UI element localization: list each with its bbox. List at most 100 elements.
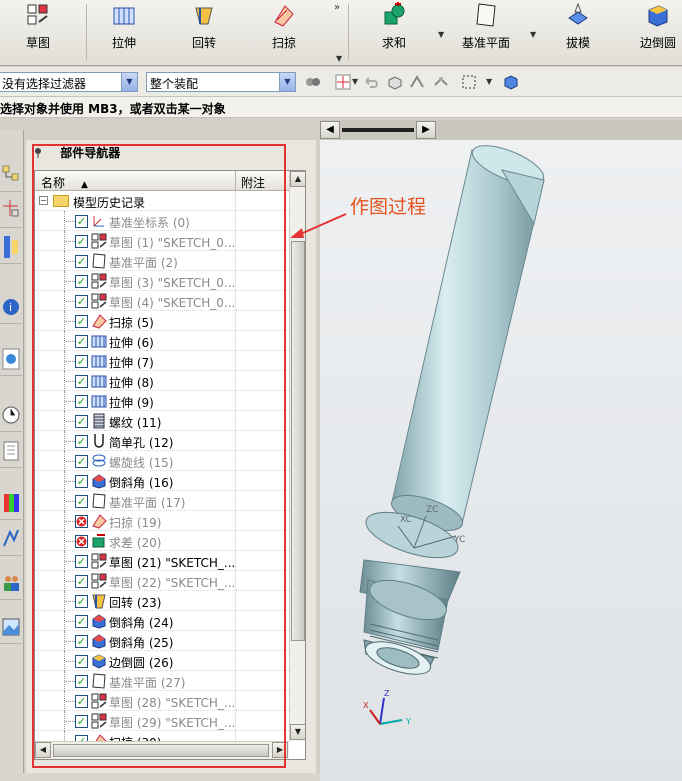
checkbox-checked-icon[interactable]: ✓ <box>75 255 88 268</box>
unite-button[interactable]: 求和 <box>362 2 426 62</box>
draft-button[interactable]: 拔模 <box>546 2 610 62</box>
checkbox-checked-icon[interactable]: ✓ <box>75 475 88 488</box>
checkbox-checked-icon[interactable]: ✓ <box>75 355 88 368</box>
checkbox-checked-icon[interactable]: ✓ <box>75 435 88 448</box>
checkbox-checked-icon[interactable]: ✓ <box>75 575 88 588</box>
checkbox-checked-icon[interactable]: ✓ <box>75 595 88 608</box>
toolbar-overflow-button[interactable]: » <box>334 2 340 13</box>
checkbox-checked-icon[interactable]: ✓ <box>75 235 88 248</box>
scroll-down-button[interactable]: ▼ <box>290 724 305 740</box>
scroll-left-button[interactable]: ◀ <box>320 121 340 139</box>
tree-feature-row[interactable]: ✓ 草图 (28) "SKETCH_... <box>35 691 289 711</box>
select-edge-icon[interactable] <box>408 73 426 91</box>
select-face-icon[interactable] <box>432 73 450 91</box>
horizontal-scrollbar[interactable]: ◀ ▶ <box>35 741 289 759</box>
vertical-scroll-thumb[interactable] <box>291 241 305 641</box>
scroll-left-button[interactable]: ◀ <box>35 742 51 758</box>
reuse-library-tab[interactable] <box>0 434 22 468</box>
tree-feature-row[interactable]: ✓ 拉伸 (9) <box>35 391 289 411</box>
checkbox-checked-icon[interactable]: ✓ <box>75 495 88 508</box>
datum-plane-button[interactable]: 基准平面 <box>454 2 518 62</box>
chevron-down-icon[interactable]: ▼ <box>279 73 295 91</box>
tree-feature-row[interactable]: ✓ 回转 (23) <box>35 591 289 611</box>
graphics-window[interactable]: XC YC ZC Y Z X <box>320 140 682 781</box>
horizontal-scroll-thumb[interactable] <box>53 744 269 757</box>
extrude-button[interactable]: 拉伸 <box>92 2 156 62</box>
checkbox-checked-icon[interactable]: ✓ <box>75 335 88 348</box>
toolbar-dropdown-icon[interactable]: ▼ <box>336 54 342 63</box>
scope-filter-select[interactable]: 整个装配 ▼ <box>146 72 296 92</box>
tree-feature-row[interactable]: 扫掠 (19) <box>35 511 289 531</box>
palette-tab[interactable] <box>0 486 22 520</box>
tree-feature-row[interactable]: ✓ 拉伸 (6) <box>35 331 289 351</box>
tree-root-model-history[interactable]: − 模型历史记录 <box>35 191 289 211</box>
tree-feature-row[interactable]: ✓ 草图 (4) "SKETCH_0... <box>35 291 289 311</box>
undo-icon[interactable] <box>362 73 380 91</box>
snap-dropdown-icon[interactable]: ▼ <box>352 77 358 86</box>
sketch-button[interactable]: 草图 <box>6 2 70 62</box>
tree-feature-row[interactable]: ✓ 倒斜角 (16) <box>35 471 289 491</box>
checkbox-checked-icon[interactable]: ✓ <box>75 375 88 388</box>
pin-icon[interactable] <box>32 146 44 158</box>
scroll-track[interactable] <box>342 128 414 132</box>
sweep-button[interactable]: 扫掠 <box>252 2 316 62</box>
datum-dropdown-icon[interactable]: ▼ <box>530 30 536 39</box>
tree-feature-row[interactable]: ✓ 螺旋线 (15) <box>35 451 289 471</box>
checkbox-checked-icon[interactable]: ✓ <box>75 275 88 288</box>
checkbox-checked-icon[interactable]: ✓ <box>75 455 88 468</box>
chevron-down-icon[interactable]: ▼ <box>121 73 137 91</box>
checkbox-checked-icon[interactable]: ✓ <box>75 415 88 428</box>
tree-feature-row[interactable]: ✓ 倒斜角 (25) <box>35 631 289 651</box>
tree-feature-row[interactable]: ✓ 基准平面 (17) <box>35 491 289 511</box>
collapse-icon[interactable]: − <box>39 196 48 205</box>
tree-feature-row[interactable]: ✓ 草图 (1) "SKETCH_0... <box>35 231 289 251</box>
shaft-model[interactable]: XC YC ZC Y Z X <box>320 140 682 781</box>
checkbox-checked-icon[interactable]: ✓ <box>75 315 88 328</box>
tree-feature-row[interactable]: ✓ 简单孔 (12) <box>35 431 289 451</box>
scroll-up-button[interactable]: ▲ <box>290 171 305 187</box>
edge-blend-button[interactable]: 边倒圆 <box>626 2 682 62</box>
tree-feature-row[interactable]: ✓ 草图 (22) "SKETCH_... <box>35 571 289 591</box>
tree-feature-row[interactable]: ✓ 拉伸 (7) <box>35 351 289 371</box>
snap-point-icon[interactable] <box>334 73 352 91</box>
scroll-right-button[interactable]: ▶ <box>416 121 436 139</box>
vertical-scrollbar[interactable]: ▲ ▼ <box>289 171 305 741</box>
history-tab[interactable] <box>0 398 22 432</box>
roles-tab[interactable] <box>0 566 22 600</box>
tree-feature-row[interactable]: ✓ 基准平面 (2) <box>35 251 289 271</box>
suppressed-error-icon[interactable] <box>75 535 88 548</box>
tree-feature-row[interactable]: ✓ 基准坐标系 (0) <box>35 211 289 231</box>
checkbox-checked-icon[interactable]: ✓ <box>75 555 88 568</box>
tree-feature-row[interactable]: ✓ 草图 (29) "SKETCH_... <box>35 711 289 731</box>
scroll-right-button[interactable]: ▶ <box>272 742 288 758</box>
system-scenes-tab[interactable] <box>0 610 22 644</box>
tree-feature-row[interactable]: ✓ 基准平面 (27) <box>35 671 289 691</box>
info-tab[interactable]: i <box>0 290 22 324</box>
checkbox-checked-icon[interactable]: ✓ <box>75 715 88 728</box>
select-body-icon[interactable] <box>386 73 404 91</box>
part-cube-icon[interactable] <box>502 73 520 91</box>
column-note-header[interactable]: 附注 <box>241 174 265 191</box>
checkbox-checked-icon[interactable]: ✓ <box>75 675 88 688</box>
revolve-button[interactable]: 回转 <box>172 2 236 62</box>
checkbox-checked-icon[interactable]: ✓ <box>75 215 88 228</box>
column-divider[interactable] <box>235 171 236 191</box>
column-name-header[interactable]: 名称 ▲ <box>41 174 88 191</box>
checkbox-checked-icon[interactable]: ✓ <box>75 295 88 308</box>
tree-feature-row[interactable]: ✓ 倒斜角 (24) <box>35 611 289 631</box>
select-tools-icon[interactable] <box>304 73 322 91</box>
checkbox-checked-icon[interactable]: ✓ <box>75 635 88 648</box>
type-filter-select[interactable]: 没有选择过滤器 ▼ <box>0 72 138 92</box>
tree-feature-row[interactable]: ✓ 草图 (3) "SKETCH_0... <box>35 271 289 291</box>
tree-feature-row[interactable]: 求差 (20) <box>35 531 289 551</box>
rectangle-select-icon[interactable] <box>460 73 478 91</box>
unite-dropdown-icon[interactable]: ▼ <box>438 30 444 39</box>
checkbox-checked-icon[interactable]: ✓ <box>75 615 88 628</box>
tree-feature-row[interactable]: ✓ 拉伸 (8) <box>35 371 289 391</box>
part-navigator-tab[interactable] <box>0 230 22 264</box>
web-browser-tab[interactable] <box>0 342 22 376</box>
tree-feature-row[interactable]: ✓ 扫掠 (5) <box>35 311 289 331</box>
assembly-navigator-tab[interactable] <box>0 158 22 192</box>
constraint-navigator-tab[interactable] <box>0 194 22 228</box>
checkbox-checked-icon[interactable]: ✓ <box>75 655 88 668</box>
